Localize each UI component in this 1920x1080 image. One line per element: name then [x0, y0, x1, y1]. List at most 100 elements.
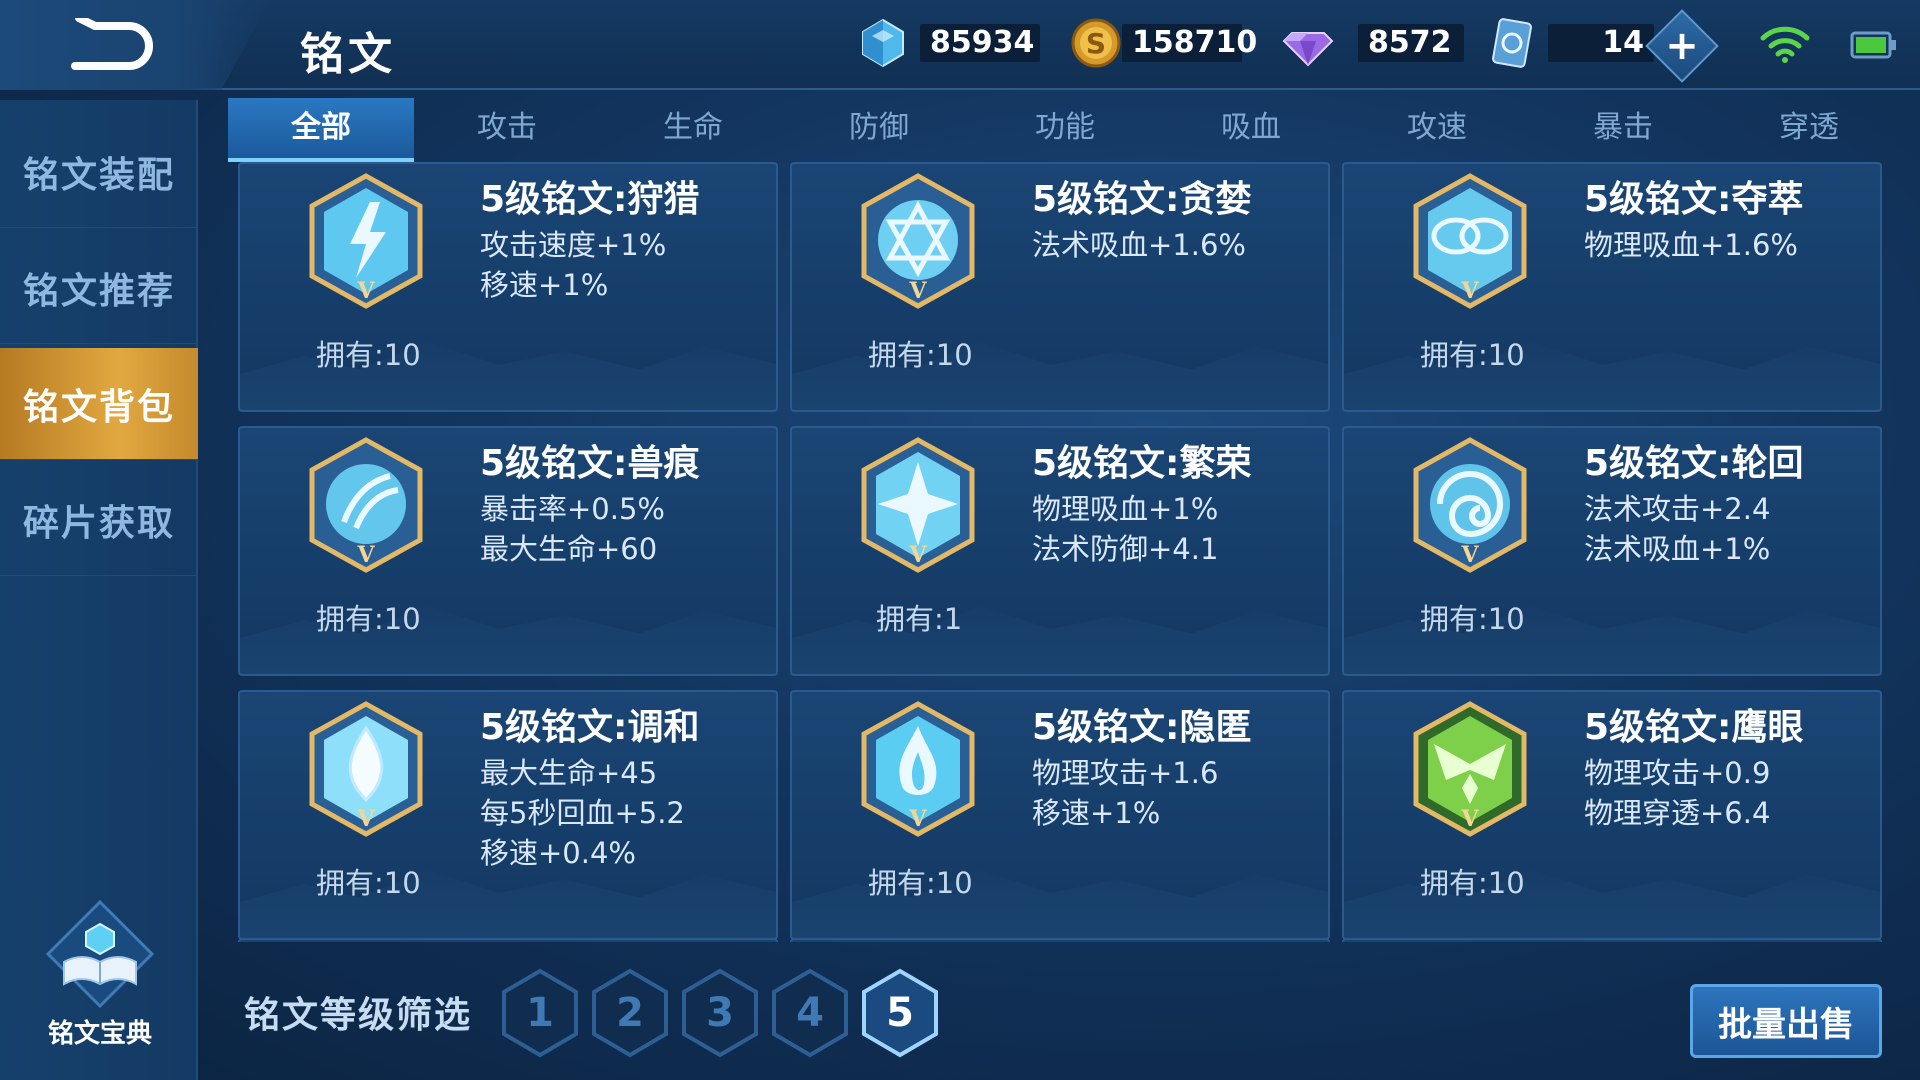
rune-card-reincarnation[interactable]: V 5级铭文:轮回 法术攻击+2.4 法术吸血+1% 拥有:10	[1342, 426, 1882, 676]
sidebar-item-rune-recommend[interactable]: 铭文推荐	[0, 232, 198, 344]
sidebar-item-fragments[interactable]: 碎片获取	[0, 464, 198, 576]
rune-level-mark: V	[356, 278, 375, 304]
gold-coin-icon: S	[1071, 18, 1121, 68]
rune-card-seize[interactable]: V 5级铭文:夺萃 物理吸血+1.6% 拥有:10	[1342, 162, 1882, 412]
rune-level-mark: V	[908, 278, 927, 304]
rune-stat: 法术攻击+2.4	[1584, 492, 1771, 526]
swirl-rune-icon: V	[1413, 437, 1527, 573]
page-title: 铭文	[300, 29, 396, 80]
rune-stat: 物理吸血+1.6%	[1584, 228, 1798, 262]
plus-icon: +	[1665, 23, 1699, 69]
rune-grid: V 5级铭文:狩猎 攻击速度+1% 移速+1% 拥有:10 V 5级铭文:贪婪 …	[236, 162, 1882, 942]
rune-card-eagle-eye[interactable]: V 5级铭文:鹰眼 物理攻击+0.9 物理穿透+6.4 拥有:10	[1342, 690, 1882, 940]
rune-level-mark: V	[356, 542, 375, 568]
claw-rune-icon: V	[309, 437, 423, 573]
tab-health[interactable]: 生命	[600, 98, 786, 162]
category-tabs: 全部 攻击 生命 防御 功能 吸血 攻速 暴击 穿透	[228, 98, 1920, 162]
level-filter-number: 2	[616, 990, 644, 1036]
gold-currency: S 158710	[1070, 18, 1257, 68]
wifi-icon	[1760, 26, 1810, 63]
rune-stat: 移速+1%	[480, 268, 609, 302]
rune-stat: 法术防御+4.1	[1032, 532, 1219, 566]
rune-card-beast-mark[interactable]: V 5级铭文:兽痕 暴击率+0.5% 最大生命+60 拥有:10	[238, 426, 778, 676]
rune-card-greed[interactable]: V 5级铭文:贪婪 法术吸血+1.6% 拥有:10	[790, 162, 1330, 412]
rune-level-mark: V	[908, 806, 927, 832]
crystal-currency: 85934	[858, 18, 1040, 68]
card-decor	[792, 606, 1328, 674]
rune-name: 5级铭文:轮回	[1584, 443, 1804, 484]
rune-card-hunt[interactable]: V 5级铭文:狩猎 攻击速度+1% 移速+1% 拥有:10	[238, 162, 778, 412]
rune-stat: 物理攻击+0.9	[1584, 756, 1771, 790]
rune-card-icon	[1492, 18, 1532, 68]
knot-rune-icon: V	[1413, 173, 1527, 309]
level-filter-5[interactable]: 5	[860, 968, 940, 1058]
tab-attack[interactable]: 攻击	[414, 98, 600, 162]
rune-codex-label: 铭文宝典	[47, 1019, 152, 1049]
add-card-button[interactable]: +	[1645, 9, 1719, 83]
level-filter-1[interactable]: 1	[500, 968, 580, 1058]
rune-name: 5级铭文:调和	[480, 707, 700, 748]
rune-codex-button[interactable]: 铭文宝典	[20, 900, 180, 1050]
rune-stat: 移速+0.4%	[480, 836, 636, 870]
blue-crystal-icon	[862, 18, 904, 68]
rune-level-mark: V	[1460, 542, 1479, 568]
rune-owned: 拥有:10	[316, 602, 421, 636]
level-filter-number: 3	[706, 990, 734, 1036]
level-filter-2[interactable]: 2	[590, 968, 670, 1058]
rune-card-partial[interactable]	[790, 938, 1330, 942]
tab-critical[interactable]: 暴击	[1530, 98, 1716, 162]
rune-level-mark: V	[1460, 806, 1479, 832]
rune-stat: 暴击率+0.5%	[480, 492, 665, 526]
level-filter-4[interactable]: 4	[770, 968, 850, 1058]
rune-owned: 拥有:10	[868, 338, 973, 372]
tab-all[interactable]: 全部	[228, 98, 414, 162]
svg-text:S: S	[1086, 27, 1106, 60]
rune-name: 5级铭文:兽痕	[480, 443, 700, 484]
rune-owned: 拥有:10	[1420, 602, 1525, 636]
rune-card-prosperity[interactable]: V 5级铭文:繁荣 物理吸血+1% 法术防御+4.1 拥有:1	[790, 426, 1330, 676]
rune-stat: 最大生命+45	[480, 756, 658, 790]
sidebar-item-rune-setup[interactable]: 铭文装配	[0, 116, 198, 228]
lightning-rune-icon: V	[309, 173, 423, 309]
rune-name: 5级铭文:鹰眼	[1584, 707, 1804, 748]
rune-stat: 法术吸血+1.6%	[1032, 228, 1246, 262]
rune-name: 5级铭文:夺萃	[1584, 179, 1804, 220]
gem-value: 8572	[1358, 24, 1464, 62]
rune-stat: 移速+1%	[1032, 796, 1161, 830]
rune-owned: 拥有:10	[316, 338, 421, 372]
tab-attack-speed[interactable]: 攻速	[1344, 98, 1530, 162]
rune-owned: 拥有:10	[1420, 338, 1525, 372]
level-filter-3[interactable]: 3	[680, 968, 760, 1058]
rune-name: 5级铭文:隐匿	[1032, 707, 1252, 748]
rune-level-mark: V	[1460, 278, 1479, 304]
rune-stat: 最大生命+60	[480, 532, 658, 566]
rune-owned: 拥有:10	[1420, 866, 1525, 900]
rune-owned: 拥有:10	[316, 866, 421, 900]
rune-card-partial[interactable]	[238, 938, 778, 942]
tab-defense[interactable]: 防御	[786, 98, 972, 162]
level-filter-number: 1	[526, 990, 554, 1036]
batch-sell-button[interactable]: 批量出售	[1690, 984, 1882, 1058]
battery-icon	[1850, 31, 1896, 59]
tab-lifesteal[interactable]: 吸血	[1158, 98, 1344, 162]
rune-card-conceal[interactable]: V 5级铭文:隐匿 物理攻击+1.6 移速+1% 拥有:10	[790, 690, 1330, 940]
back-arrow-icon	[71, 18, 153, 70]
crystal-value: 85934	[920, 24, 1040, 62]
rune-card-harmony[interactable]: V 5级铭文:调和 最大生命+45 每5秒回血+5.2 移速+0.4% 拥有:1…	[238, 690, 778, 940]
purple-diamond-icon	[1282, 32, 1334, 67]
sidebar-item-rune-bag[interactable]: 铭文背包	[0, 348, 198, 460]
card-value: 14	[1548, 24, 1654, 62]
tab-penetration[interactable]: 穿透	[1716, 98, 1902, 162]
back-button[interactable]	[60, 14, 160, 74]
card-currency: 14	[1490, 18, 1654, 68]
level-filter-label: 铭文等级筛选	[244, 995, 473, 1036]
rune-level-mark: V	[356, 806, 375, 832]
tab-utility[interactable]: 功能	[972, 98, 1158, 162]
rune-stat: 法术吸血+1%	[1584, 532, 1771, 566]
eagle-rune-icon: V	[1413, 701, 1527, 837]
gem-currency: 8572	[1282, 20, 1464, 67]
rune-owned: 拥有:1	[876, 602, 963, 636]
rune-stat: 攻击速度+1%	[480, 228, 667, 262]
rune-card-partial[interactable]	[1342, 938, 1882, 942]
rune-name: 5级铭文:狩猎	[480, 179, 700, 220]
